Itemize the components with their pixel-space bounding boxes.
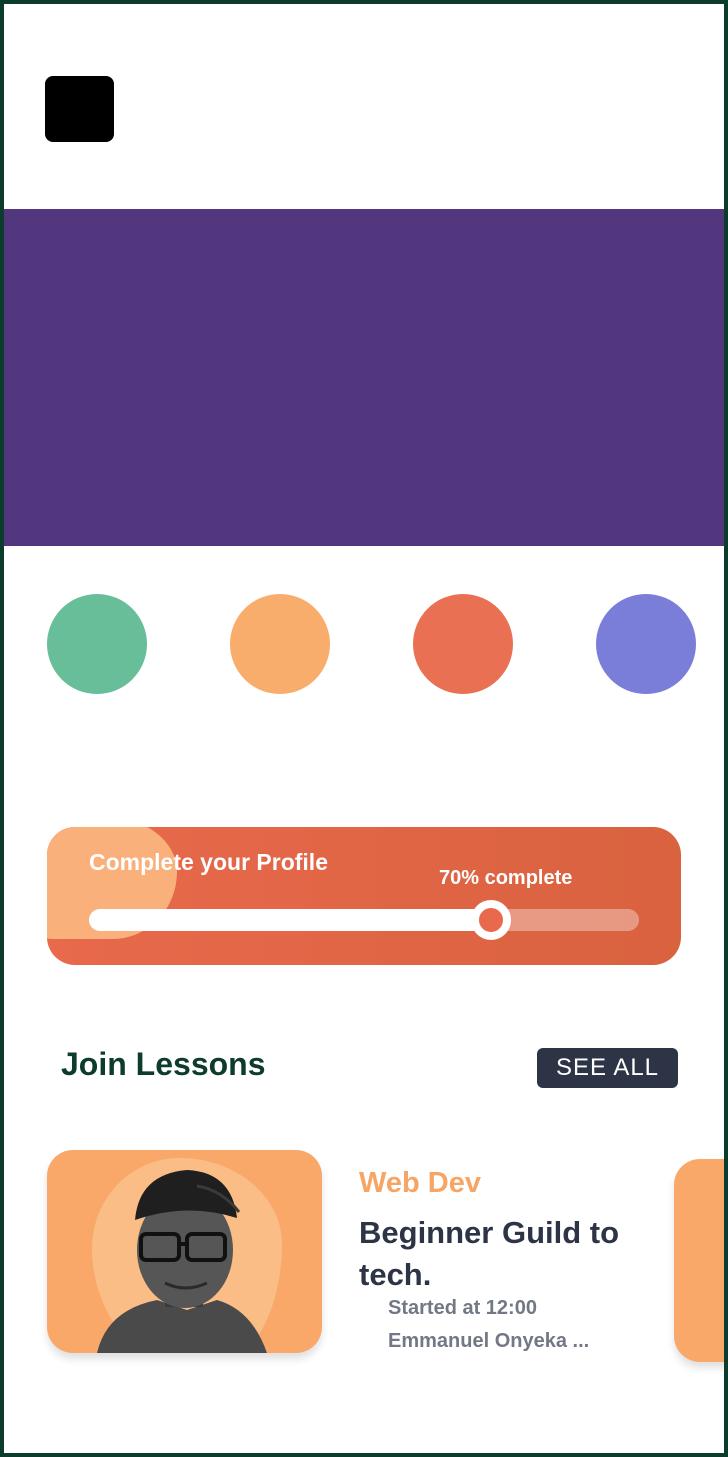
progress-label: 70% complete: [439, 867, 573, 889]
lesson-title[interactable]: Beginner Guild to tech.: [359, 1212, 659, 1296]
lesson-card-image[interactable]: [47, 1150, 322, 1353]
progress-knob: [470, 900, 511, 940]
progress-bar: [89, 900, 639, 940]
category-circle-3[interactable]: [413, 594, 513, 694]
hero-banner[interactable]: [4, 209, 724, 546]
profile-completion-card[interactable]: Complete your Profile 70% complete: [47, 827, 681, 965]
progress-fill: [89, 909, 491, 931]
see-all-button[interactable]: SEE ALL: [537, 1048, 678, 1088]
lesson-start-time: Started at 12:00: [388, 1297, 537, 1319]
category-circle-2[interactable]: [230, 594, 330, 694]
section-title: Join Lessons: [61, 1046, 266, 1082]
category-circle-4[interactable]: [596, 594, 696, 694]
lesson-category: Web Dev: [359, 1167, 481, 1199]
lesson-teacher: Emmanuel Onyeka ...: [388, 1330, 590, 1352]
instructor-photo-icon: [97, 1170, 267, 1353]
app-screen: Complete your Profile 70% complete Join …: [4, 4, 724, 1453]
app-logo[interactable]: [45, 76, 114, 142]
next-lesson-card[interactable]: [674, 1159, 724, 1362]
category-circle-1[interactable]: [47, 594, 147, 694]
profile-card-title: Complete your Profile: [89, 849, 328, 875]
